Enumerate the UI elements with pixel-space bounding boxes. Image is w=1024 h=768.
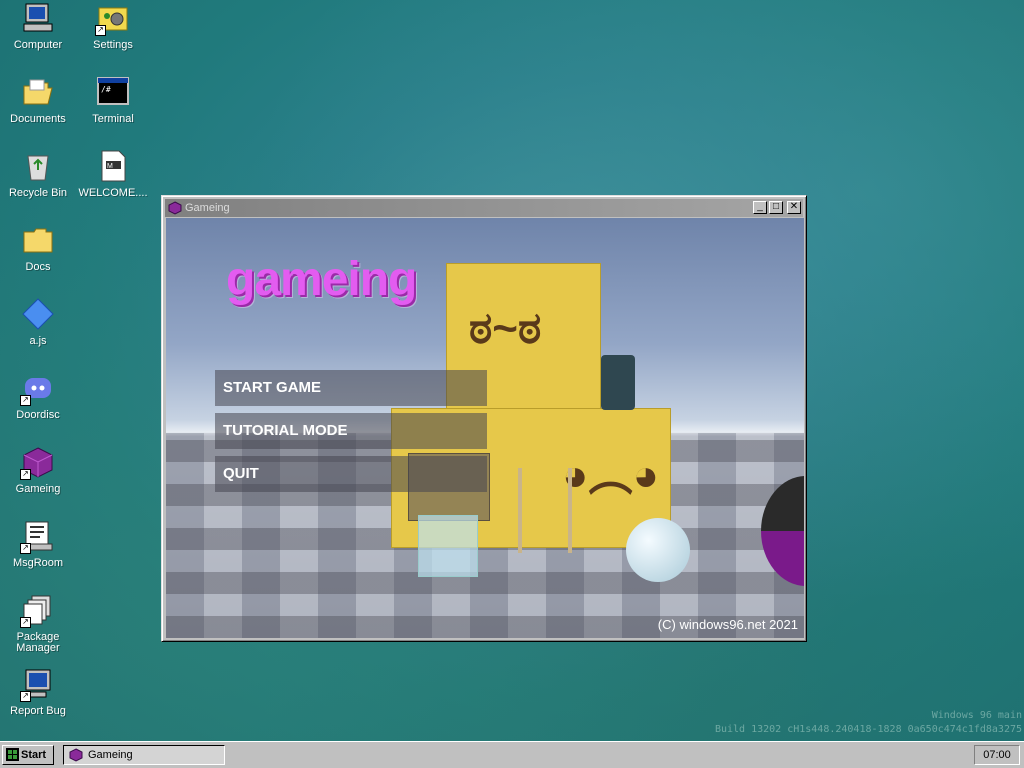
build-info-line1: Windows 96 main [931,710,1022,721]
js-file-icon [22,298,54,330]
desktop-icon-package-manager[interactable]: ↗ Package Manager [1,594,75,654]
window-titlebar[interactable]: Gameing _ □ ✕ [165,199,803,217]
recycle-bin-icon [22,150,54,182]
start-game-button[interactable]: START GAME [215,370,487,406]
gameing-window[interactable]: Gameing _ □ ✕ ಠ~ಠ ◕︵◕ gameing START GAME… [161,195,807,642]
svg-text:M: M [107,163,113,170]
desktop-icon-doordisc[interactable]: ↗ Doordisc [1,372,75,421]
desktop-icon-label: Documents [10,113,66,125]
svg-text:/#: /# [101,85,111,94]
folder-icon [22,224,54,256]
computer-icon [22,2,54,34]
gameing-cube-icon [69,748,83,768]
package-manager-icon: ↗ [20,594,54,628]
start-logo-icon [6,748,19,767]
terminal-icon: /# [97,76,129,108]
copyright-text: (C) windows96.net 2021 [657,617,798,632]
desktop-icon-report-bug[interactable]: ↗ Report Bug [1,668,75,717]
desktop-icon-computer[interactable]: Computer [1,2,75,51]
desktop-icon-label: Recycle Bin [8,187,68,199]
desktop-icon-label: a.js [29,335,47,347]
tutorial-mode-button[interactable]: TUTORIAL MODE [215,413,487,449]
desktop-icon-label: Settings [93,39,133,51]
quit-button[interactable]: QUIT [215,456,487,492]
worried-face: ಠ~ಠ [469,304,542,353]
game-title: gameing [226,253,417,306]
folder-open-icon [22,76,54,108]
close-button[interactable]: ✕ [787,201,801,214]
minimize-button[interactable]: _ [753,201,767,214]
game-viewport[interactable]: ಠ~ಠ ◕︵◕ gameing START GAME TUTORIAL MODE… [166,218,804,638]
desktop-icon-msgroom[interactable]: ↗ MsgRoom [1,520,75,569]
desktop-icon-label: Package Manager [16,631,60,654]
wooden-chair [518,468,572,553]
desktop-icon-label: Doordisc [16,409,60,421]
desktop-icon-label: Computer [13,39,63,51]
desktop-icon-welcome[interactable]: M WELCOME.... [76,150,150,199]
desktop-icon-label: Report Bug [10,705,66,717]
system-clock[interactable]: 07:00 [974,745,1020,765]
glass-sphere [626,518,690,582]
document-icon: M [97,150,129,182]
worried-face: ◕︵◕ [562,451,660,500]
desktop-icon-label: Terminal [92,113,134,125]
build-info-line2: Build 13202 cH1s448.240418-1828 0a650c47… [714,724,1022,735]
desktop-icon-ajs[interactable]: a.js [1,298,75,347]
taskbar: Start Gameing 07:00 [0,741,1024,768]
gameing-cube-icon [168,201,182,215]
desktop-icon-docs[interactable]: Docs [1,224,75,273]
desktop-icon-recycle-bin[interactable]: Recycle Bin [1,150,75,199]
glass-cube [418,515,478,577]
discord-icon: ↗ [20,372,54,406]
maximize-button[interactable]: □ [769,201,783,214]
taskbar-item-gameing[interactable]: Gameing [63,745,225,765]
msgroom-icon: ↗ [20,520,54,554]
settings-icon: ↗ [95,2,129,36]
barrel [601,355,635,410]
desktop-icon-settings[interactable]: ↗ Settings [76,2,150,51]
taskbar-item-label: Gameing [88,749,133,761]
desktop-icon-gameing[interactable]: ↗ Gameing [1,446,75,495]
desktop-icon-label: WELCOME.... [78,187,148,199]
desktop-icon-label: Docs [25,261,51,273]
desktop-icon-terminal[interactable]: /# Terminal [76,76,150,125]
report-bug-icon: ↗ [20,668,54,702]
start-label: Start [21,749,47,761]
gameing-cube-icon: ↗ [20,446,54,480]
start-button[interactable]: Start [2,745,54,765]
desktop-icon-label: Gameing [15,483,61,495]
desktop-icon-documents[interactable]: Documents [1,76,75,125]
desktop-icon-label: MsgRoom [12,557,64,569]
window-title: Gameing [185,202,230,214]
